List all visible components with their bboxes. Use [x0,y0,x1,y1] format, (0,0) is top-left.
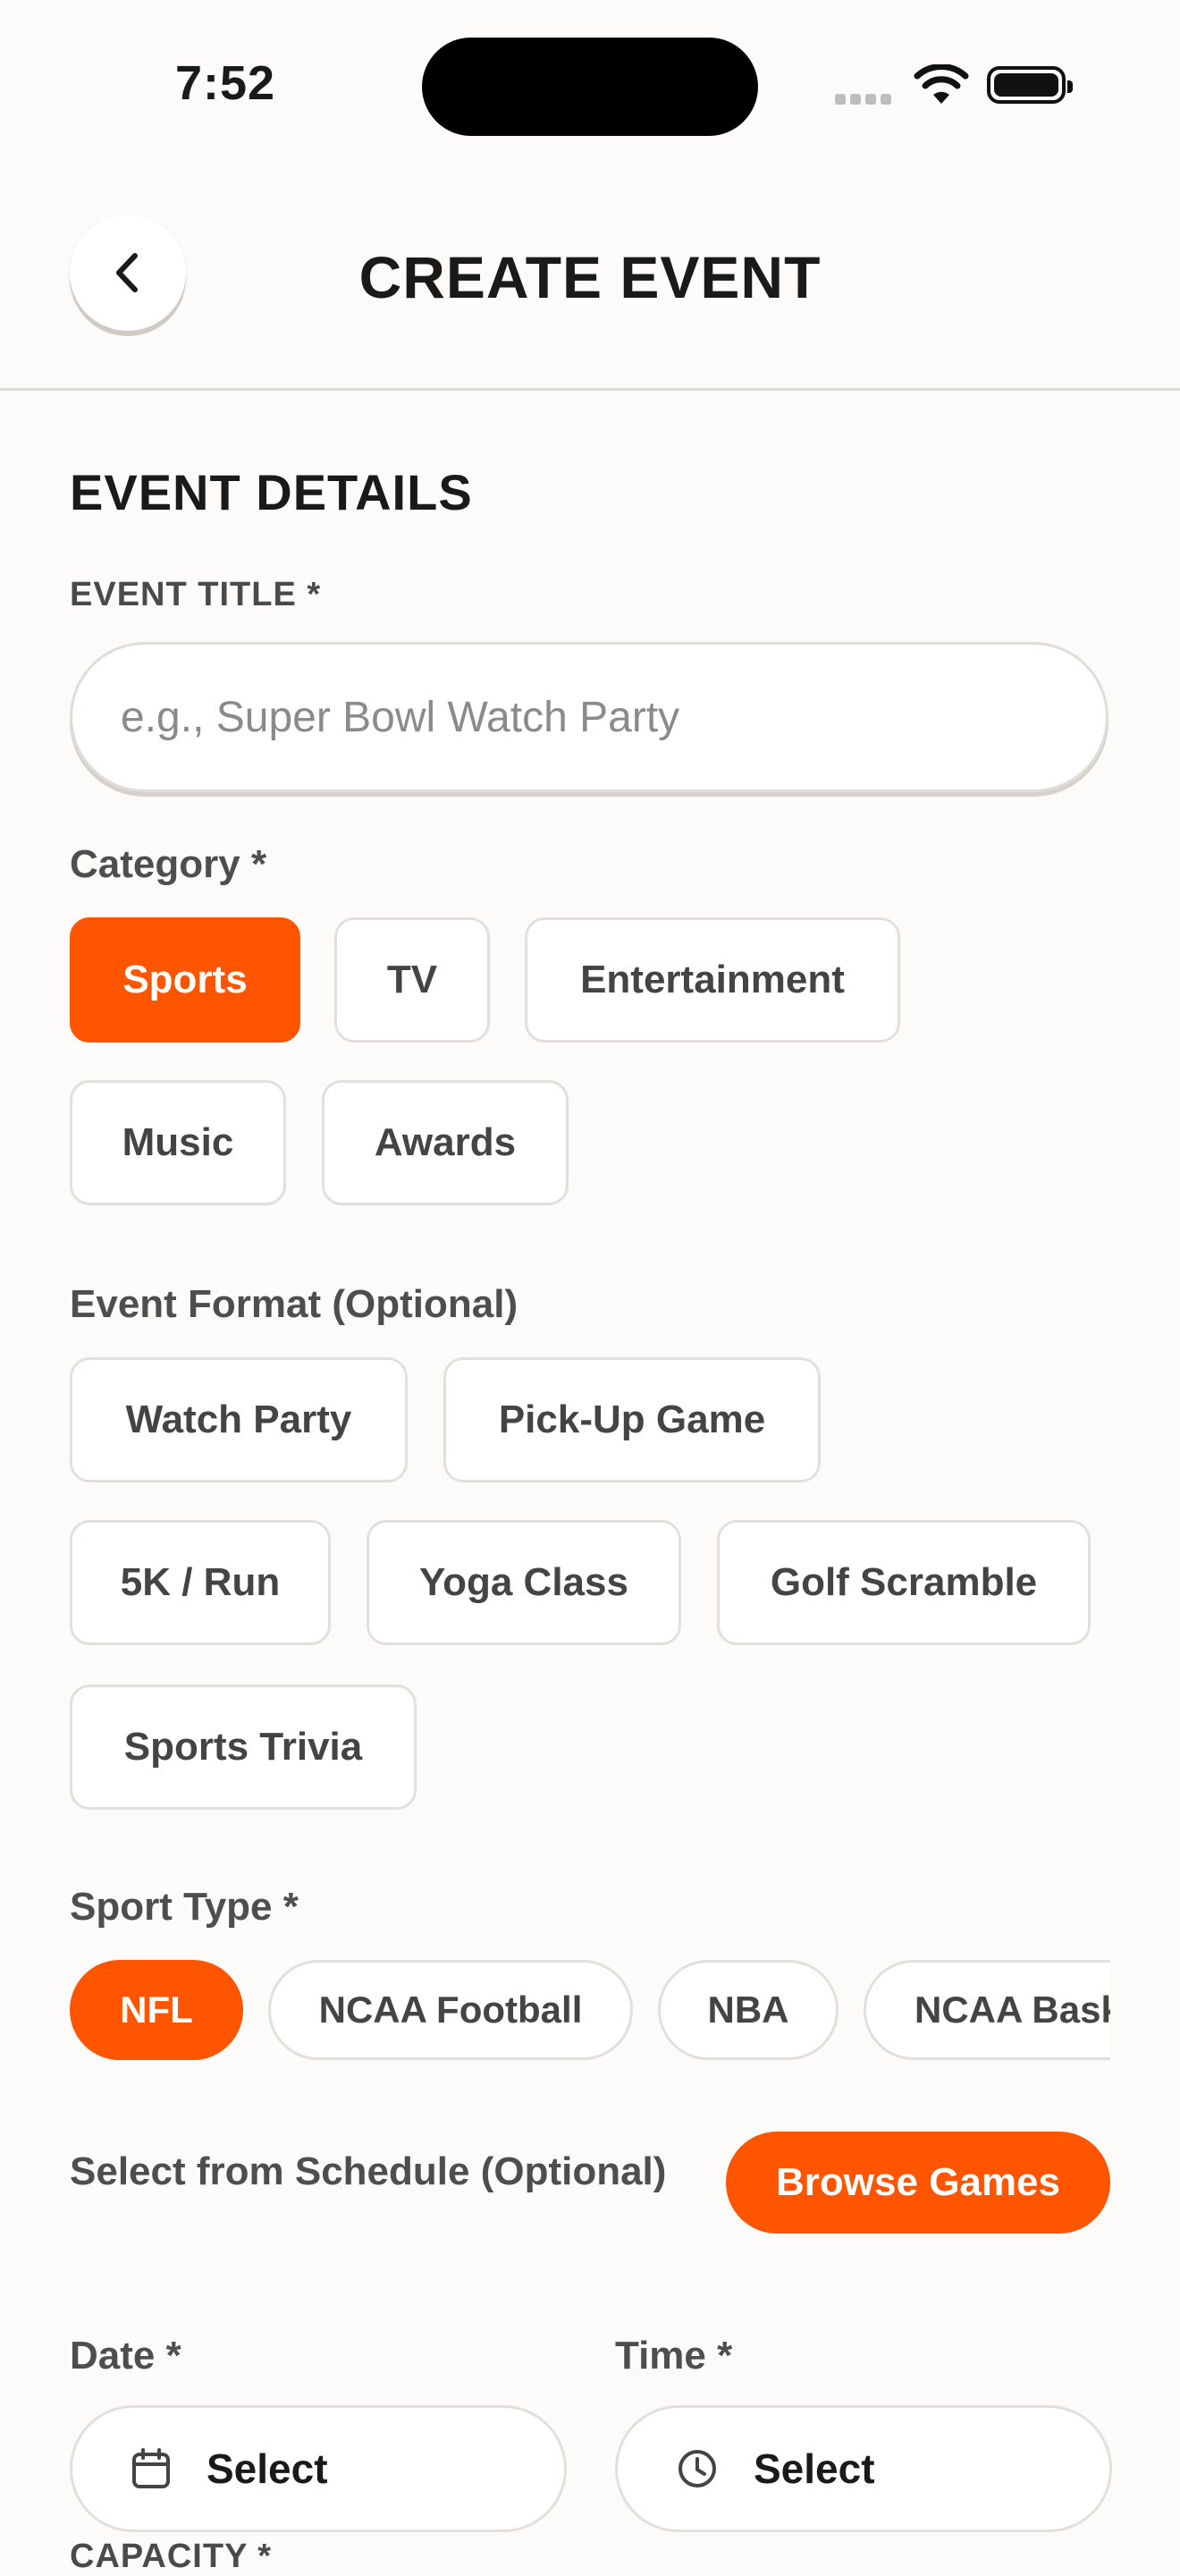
dynamic-island [422,38,758,136]
header-divider [0,388,1180,391]
battery-icon [987,66,1073,104]
sport-type-scroller[interactable]: NFL NCAA Football NBA NCAA Basketball [70,1960,1110,2064]
format-chip-watch-party[interactable]: Watch Party [70,1357,408,1482]
sport-pill-ncaa-football[interactable]: NCAA Football [268,1960,633,2060]
cellular-signal-icon [835,93,898,105]
time-value: Select [754,2445,875,2492]
date-label: Date * [70,2334,181,2378]
category-chip-tv[interactable]: TV [334,917,490,1043]
calendar-icon [132,2448,170,2488]
date-value: Select [206,2445,328,2492]
time-label: Time * [615,2334,733,2378]
schedule-label: Select from Schedule (Optional) [70,2149,667,2193]
category-chip-awards[interactable]: Awards [322,1080,569,1205]
sport-type-label: Sport Type * [70,1885,299,1929]
sport-pill-ncaa-basketball[interactable]: NCAA Basketball [864,1960,1110,2060]
capacity-label: CAPACITY * [70,2538,273,2575]
category-chip-entertainment[interactable]: Entertainment [525,917,900,1043]
page-title: CREATE EVENT [358,244,822,310]
status-time: 7:52 [175,56,276,110]
category-chip-music[interactable]: Music [70,1080,286,1205]
section-title: EVENT DETAILS [70,464,473,520]
browse-games-button[interactable]: Browse Games [726,2132,1110,2234]
sport-pill-nba[interactable]: NBA [658,1960,839,2060]
event-title-input[interactable] [70,642,1108,792]
date-select[interactable]: Select [70,2405,567,2532]
format-chip-sports-trivia[interactable]: Sports Trivia [70,1685,417,1810]
clock-icon [678,2450,716,2487]
category-chip-sports[interactable]: Sports [70,917,300,1043]
format-chip-pick-up-game[interactable]: Pick-Up Game [443,1357,821,1482]
format-chip-5k-run[interactable]: 5K / Run [70,1520,331,1645]
event-format-label: Event Format (Optional) [70,1282,518,1326]
format-chip-golf-scramble[interactable]: Golf Scramble [717,1520,1091,1645]
event-title-label: EVENT TITLE * [70,576,322,613]
category-label: Category * [70,842,267,886]
time-select[interactable]: Select [615,2405,1112,2532]
wifi-icon [914,64,969,104]
format-chip-yoga-class[interactable]: Yoga Class [367,1520,681,1645]
sport-pill-nfl[interactable]: NFL [70,1960,243,2060]
